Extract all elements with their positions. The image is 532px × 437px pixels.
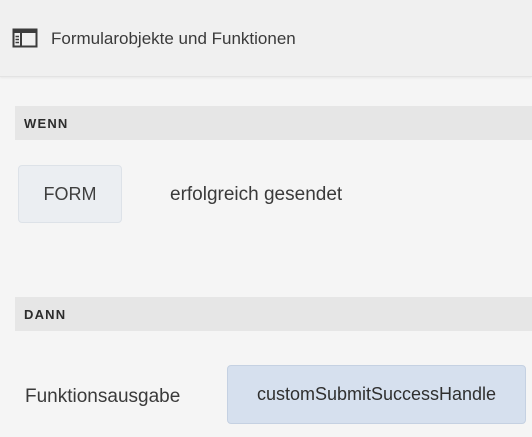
then-section-header: DANN: [15, 297, 532, 331]
function-output-chip[interactable]: customSubmitSuccessHandle: [227, 365, 526, 424]
form-object-chip[interactable]: FORM: [18, 165, 122, 223]
condition-text: erfolgreich gesendet: [170, 184, 343, 205]
panel-layout-icon[interactable]: [12, 28, 38, 48]
action-label: Funktionsausgabe: [25, 386, 181, 407]
when-section-header: WENN: [15, 106, 532, 140]
then-section-label: DANN: [24, 307, 67, 322]
panel-header: Formularobjekte und Funktionen: [0, 0, 532, 77]
when-section-label: WENN: [24, 116, 69, 131]
panel-title: Formularobjekte und Funktionen: [51, 29, 296, 48]
